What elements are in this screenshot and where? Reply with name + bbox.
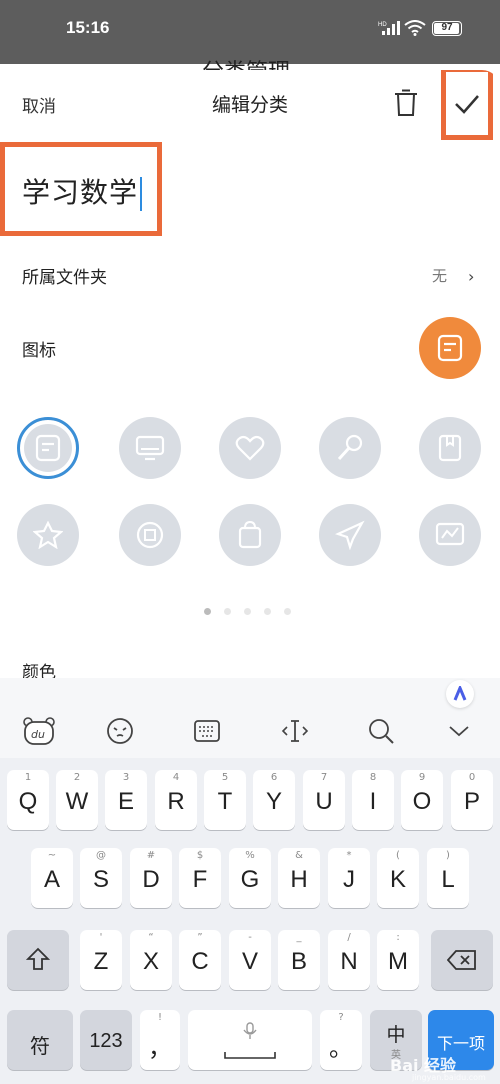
icon-option-airplane[interactable] bbox=[319, 504, 381, 566]
assistant-badge-icon[interactable] bbox=[446, 680, 474, 708]
key-y[interactable]: 6Y bbox=[253, 770, 295, 830]
pager-dot[interactable] bbox=[264, 608, 271, 615]
emoji-icon[interactable] bbox=[103, 714, 137, 748]
confirm-button[interactable] bbox=[441, 70, 493, 140]
icon-option-star[interactable] bbox=[17, 504, 79, 566]
trash-icon[interactable] bbox=[393, 89, 419, 117]
category-name-field[interactable]: 学习数学 bbox=[0, 142, 162, 236]
icon-option-bookmark[interactable] bbox=[419, 417, 481, 479]
key-n[interactable]: / N bbox=[328, 930, 370, 990]
space-bar-icon bbox=[224, 1052, 276, 1059]
key-q[interactable]: 1Q bbox=[7, 770, 49, 830]
pager-dot-active[interactable] bbox=[204, 608, 211, 615]
chevron-right-icon[interactable]: › bbox=[468, 267, 474, 286]
icon-option-chart[interactable] bbox=[419, 504, 481, 566]
folder-label: 所属文件夹 bbox=[22, 268, 107, 288]
bookmark-book-icon bbox=[438, 434, 462, 462]
numbers-key[interactable]: 123 bbox=[80, 1010, 132, 1070]
battery-level: 97 bbox=[441, 22, 453, 33]
keyboard-icon[interactable] bbox=[190, 714, 224, 748]
pager-dot[interactable] bbox=[284, 608, 291, 615]
monitor-icon bbox=[135, 435, 165, 461]
key-m[interactable]: :M bbox=[377, 930, 419, 990]
airplane-icon bbox=[335, 520, 365, 550]
icon-option-heart[interactable] bbox=[219, 417, 281, 479]
pager-dot[interactable] bbox=[244, 608, 251, 615]
cursor-icon[interactable] bbox=[278, 714, 312, 748]
signal-icon: HD bbox=[378, 20, 400, 40]
icon-option-monitor[interactable] bbox=[119, 417, 181, 479]
heart-icon bbox=[235, 435, 265, 461]
keyboard-toolbar bbox=[0, 678, 500, 758]
key-j[interactable]: * J bbox=[328, 848, 370, 908]
key-a[interactable]: ~ A bbox=[31, 848, 73, 908]
chart-icon bbox=[435, 522, 465, 546]
icon-option-bag[interactable] bbox=[219, 504, 281, 566]
folder-value[interactable]: 无 bbox=[432, 265, 447, 286]
collapse-chevron-icon[interactable] bbox=[442, 714, 476, 748]
wifi-icon bbox=[404, 20, 426, 40]
coin-icon bbox=[136, 521, 164, 549]
key-b[interactable]: _ B bbox=[278, 930, 320, 990]
category-name-value: 学习数学 bbox=[22, 176, 139, 209]
key-i[interactable]: 8I bbox=[352, 770, 394, 830]
svg-text:HD: HD bbox=[378, 22, 387, 28]
note-icon bbox=[437, 334, 463, 362]
text-caret bbox=[140, 177, 143, 211]
shift-arrow-icon bbox=[25, 947, 51, 970]
battery-icon: 97 bbox=[432, 21, 462, 36]
key-h[interactable]: & H bbox=[278, 848, 320, 908]
key-t[interactable]: 5T bbox=[204, 770, 246, 830]
key-d[interactable]: # D bbox=[130, 848, 172, 908]
key-p[interactable]: 0P bbox=[451, 770, 493, 830]
status-bar: 15:16 分类管理 HD 97 bbox=[0, 0, 500, 85]
key-v[interactable]: -V bbox=[229, 930, 271, 990]
shopping-bag-icon bbox=[238, 521, 262, 549]
shift-key[interactable] bbox=[7, 930, 69, 990]
key-g[interactable]: % G bbox=[229, 848, 271, 908]
icon-option-note[interactable] bbox=[17, 417, 79, 479]
key-k[interactable]: (K bbox=[377, 848, 419, 908]
key-f[interactable]: $ F bbox=[179, 848, 221, 908]
soft-keyboard: du 1Q 2W 3E 4R 5T 6Y 7U 8I 9O 0P ~ A @ S #… bbox=[0, 678, 500, 1084]
page-title: 编辑分类 bbox=[211, 94, 288, 116]
key-z[interactable]: ' Z bbox=[80, 930, 122, 990]
backspace-icon bbox=[446, 950, 476, 970]
icon-option-coin[interactable] bbox=[119, 504, 181, 566]
key-s[interactable]: @ S bbox=[80, 848, 122, 908]
star-icon bbox=[33, 521, 63, 549]
edit-category-sheet: 取消 编辑分类 学习数学 所属文件夹 无 › 图标 颜色 bbox=[0, 70, 500, 710]
microphone-icon bbox=[243, 1022, 257, 1039]
status-time: 15:16 bbox=[66, 18, 110, 37]
check-icon bbox=[455, 94, 479, 114]
microphone-icon bbox=[337, 434, 363, 461]
watermark-url: jingyan.baidu.com bbox=[412, 1073, 486, 1082]
icon-section-label: 图标 bbox=[22, 341, 56, 361]
symbols-key[interactable]: 符 bbox=[7, 1010, 73, 1070]
pager-dot[interactable] bbox=[224, 608, 231, 615]
key-e[interactable]: 3E bbox=[105, 770, 147, 830]
selected-icon-preview bbox=[419, 317, 481, 379]
key-o[interactable]: 9O bbox=[401, 770, 443, 830]
period-key[interactable]: ?。 bbox=[320, 1010, 362, 1070]
key-l[interactable]: ) L bbox=[427, 848, 469, 908]
icon-pager[interactable] bbox=[204, 608, 291, 615]
backspace-key[interactable] bbox=[431, 930, 493, 990]
key-w[interactable]: 2W bbox=[56, 770, 98, 830]
svg-text:du: du bbox=[31, 728, 45, 741]
key-x[interactable]: “X bbox=[130, 930, 172, 990]
key-c[interactable]: ” C bbox=[179, 930, 221, 990]
comma-key[interactable]: !， bbox=[140, 1010, 180, 1070]
key-r[interactable]: 4R bbox=[155, 770, 197, 830]
key-u[interactable]: 7U bbox=[303, 770, 345, 830]
icon-option-microphone[interactable] bbox=[319, 417, 381, 479]
search-icon[interactable] bbox=[364, 714, 398, 748]
space-key[interactable] bbox=[188, 1010, 312, 1070]
du-bear-icon[interactable]: du bbox=[22, 714, 56, 748]
note-icon bbox=[35, 434, 61, 462]
